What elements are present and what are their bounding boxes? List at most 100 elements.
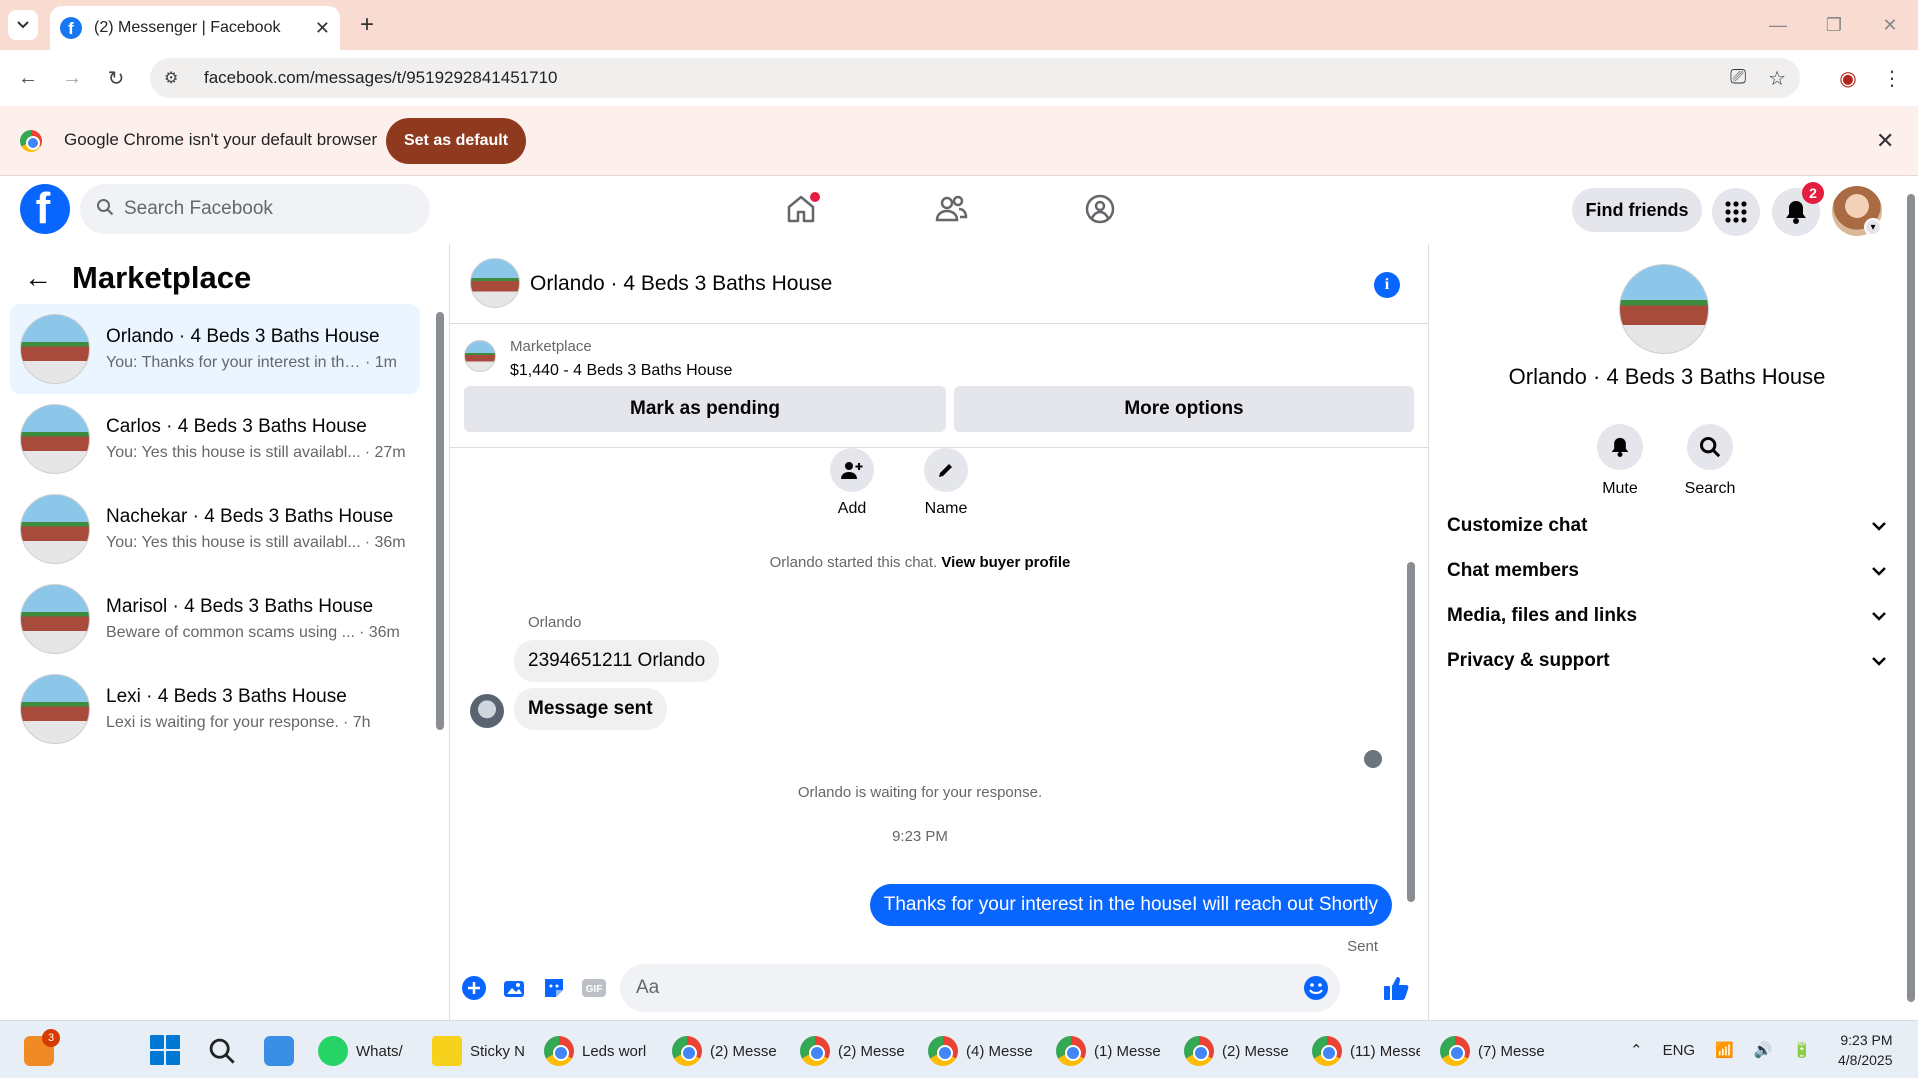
notifications-button[interactable]: 2	[1772, 182, 1824, 236]
photo-icon[interactable]	[500, 974, 528, 1002]
volume-icon[interactable]: 🔊	[1754, 1041, 1773, 1059]
account-chevron-icon[interactable]: ▾	[1864, 218, 1882, 236]
back-arrow-icon[interactable]: ←	[12, 62, 44, 94]
mark-as-pending-button[interactable]: Mark as pending	[464, 386, 946, 432]
add-member-button[interactable]: Add	[812, 448, 892, 518]
taskbar-app-chrome[interactable]: Leds worl	[544, 1031, 646, 1071]
bookmark-star-icon[interactable]: ☆	[1768, 66, 1786, 91]
taskbar-app-sticky-notes[interactable]: Sticky N	[432, 1031, 525, 1071]
menu-button[interactable]	[1712, 188, 1760, 236]
chevron-down-icon	[1872, 567, 1886, 576]
taskbar-search-button[interactable]	[208, 1031, 236, 1071]
close-window-button[interactable]: ✕	[1870, 10, 1910, 40]
scrollbar-thumb[interactable]	[1907, 194, 1915, 1002]
friends-icon	[935, 195, 968, 222]
back-arrow-icon[interactable]: ←	[24, 262, 52, 294]
incoming-message[interactable]: 2394651211 Orlando	[514, 640, 720, 682]
site-settings-icon[interactable]: ⚙	[164, 68, 186, 88]
scrollbar-thumb[interactable]	[1407, 562, 1415, 902]
taskbar-app-chrome[interactable]: (2) Messe	[800, 1031, 905, 1071]
set-as-default-button[interactable]: Set as default	[386, 118, 526, 164]
info-icon[interactable]: i	[1374, 272, 1400, 298]
pencil-icon	[939, 464, 952, 477]
infobar-close-icon[interactable]: ✕	[1876, 128, 1894, 154]
find-friends-button[interactable]: Find friends	[1572, 188, 1702, 232]
plus-circle-icon[interactable]	[460, 974, 488, 1002]
taskbar-app-label: (4) Messe	[966, 1042, 1033, 1060]
restore-window-button[interactable]: ❐	[1814, 10, 1854, 40]
gif-icon[interactable]: GIF	[580, 974, 608, 1002]
outgoing-message[interactable]: Thanks for your interest in the houseI w…	[869, 884, 1392, 926]
thumbs-up-icon[interactable]	[1382, 974, 1410, 1002]
profile-icon[interactable]: ◉	[1832, 62, 1864, 94]
customize-chat-section[interactable]: Customize chat	[1447, 506, 1887, 546]
url-text[interactable]: facebook.com/messages/t/9519292841451710	[204, 68, 557, 88]
chat-list-item[interactable]: Nachekar · 4 Beds 3 Baths House You: Yes…	[10, 484, 420, 574]
message-thread: Add Name Orlando started this chat. View…	[450, 448, 1428, 956]
chat-preview: You: Yes this house is still availabl...	[106, 444, 361, 461]
nav-groups[interactable]	[1075, 186, 1125, 232]
chat-list-item[interactable]: Orlando · 4 Beds 3 Baths House You: Than…	[10, 304, 420, 394]
chat-details-avatar[interactable]	[1619, 264, 1709, 354]
windows-start-icon[interactable]	[150, 1035, 180, 1065]
chat-list-item[interactable]: Carlos · 4 Beds 3 Baths House You: Yes t…	[10, 394, 420, 484]
search-input[interactable]	[124, 198, 404, 220]
message-composer: GIF	[450, 956, 1428, 1020]
more-options-button[interactable]: More options	[954, 386, 1414, 432]
mute-button[interactable]: Mute	[1575, 424, 1665, 498]
sticker-icon[interactable]	[540, 974, 568, 1002]
privacy-support-section[interactable]: Privacy & support	[1447, 641, 1887, 681]
chat-name: Orlando · 4 Beds 3 Baths House	[106, 326, 380, 347]
snipping-tool-button[interactable]	[264, 1031, 302, 1071]
edit-name-button[interactable]: Name	[906, 448, 986, 518]
chat-list-scrollbar[interactable]	[436, 312, 444, 732]
browser-tab-messenger[interactable]: f (2) Messenger | Facebook ✕	[50, 6, 340, 50]
taskbar-app-chrome[interactable]: (2) Messe	[672, 1031, 777, 1071]
chevron-up-icon[interactable]: ⌃	[1630, 1041, 1643, 1059]
thread-scrollbar[interactable]	[1406, 450, 1416, 956]
message-input[interactable]	[620, 964, 1340, 1012]
taskbar-app-whatsapp[interactable]: Whats/	[318, 1031, 403, 1071]
seen-indicator-avatar	[1364, 750, 1382, 768]
taskbar-app-chrome[interactable]: (7) Messe	[1440, 1031, 1545, 1071]
address-bar[interactable]: ⚙ facebook.com/messages/t/95192928414517…	[150, 58, 1800, 98]
sender-avatar[interactable]	[470, 694, 504, 728]
tab-close-icon[interactable]: ✕	[315, 18, 330, 39]
taskbar-app-chrome[interactable]: (2) Messe	[1184, 1031, 1289, 1071]
nav-friends[interactable]	[926, 186, 976, 232]
chat-list-item[interactable]: Lexi · 4 Beds 3 Baths House Lexi is wait…	[10, 664, 420, 754]
chrome-icon	[544, 1036, 574, 1066]
view-buyer-profile-link[interactable]: View buyer profile	[941, 554, 1070, 571]
media-files-links-section[interactable]: Media, files and links	[1447, 596, 1887, 636]
scrollbar-thumb[interactable]	[436, 312, 444, 730]
emoji-icon[interactable]	[1302, 974, 1330, 1002]
chat-list-item[interactable]: Marisol · 4 Beds 3 Baths House Beware of…	[10, 574, 420, 664]
search-in-chat-button[interactable]: Search	[1665, 424, 1755, 498]
taskbar-app-chrome[interactable]: (4) Messe	[928, 1031, 1033, 1071]
system-clock[interactable]: 9:23 PM 4/8/2025	[1838, 1030, 1893, 1070]
battery-icon[interactable]: 🔋	[1792, 1041, 1811, 1059]
taskbar-app-chrome[interactable]: (11) Messe	[1312, 1031, 1420, 1071]
new-tab-button[interactable]: +	[352, 10, 382, 40]
incoming-message[interactable]: Message sent	[514, 688, 667, 730]
nav-home[interactable]	[776, 186, 826, 232]
chat-preview: Lexi is waiting for your response.	[106, 714, 339, 731]
facebook-logo[interactable]: f	[20, 184, 70, 234]
forward-arrow-icon[interactable]: →	[56, 62, 88, 94]
chat-members-section[interactable]: Chat members	[1447, 551, 1887, 591]
listing-thumbnail[interactable]	[464, 340, 496, 372]
listing-title[interactable]: $1,440 - 4 Beds 3 Baths House	[510, 362, 732, 380]
wifi-icon[interactable]: 📶	[1715, 1041, 1734, 1059]
install-app-icon[interactable]: ⎚	[1730, 66, 1746, 91]
reload-icon[interactable]: ↻	[100, 62, 132, 94]
chrome-logo-icon	[20, 130, 42, 152]
page-scrollbar[interactable]	[1904, 176, 1918, 1020]
browser-menu-icon[interactable]: ⋮	[1876, 62, 1908, 94]
conversation-title[interactable]: Orlando · 4 Beds 3 Baths House	[530, 272, 832, 296]
tab-search-button[interactable]	[8, 10, 38, 40]
language-indicator[interactable]: ENG	[1663, 1042, 1696, 1059]
minimize-window-button[interactable]: —	[1758, 10, 1798, 40]
facebook-search[interactable]	[80, 184, 430, 234]
taskbar-app-chrome[interactable]: (1) Messe	[1056, 1031, 1161, 1071]
conversation-avatar[interactable]	[470, 258, 520, 308]
